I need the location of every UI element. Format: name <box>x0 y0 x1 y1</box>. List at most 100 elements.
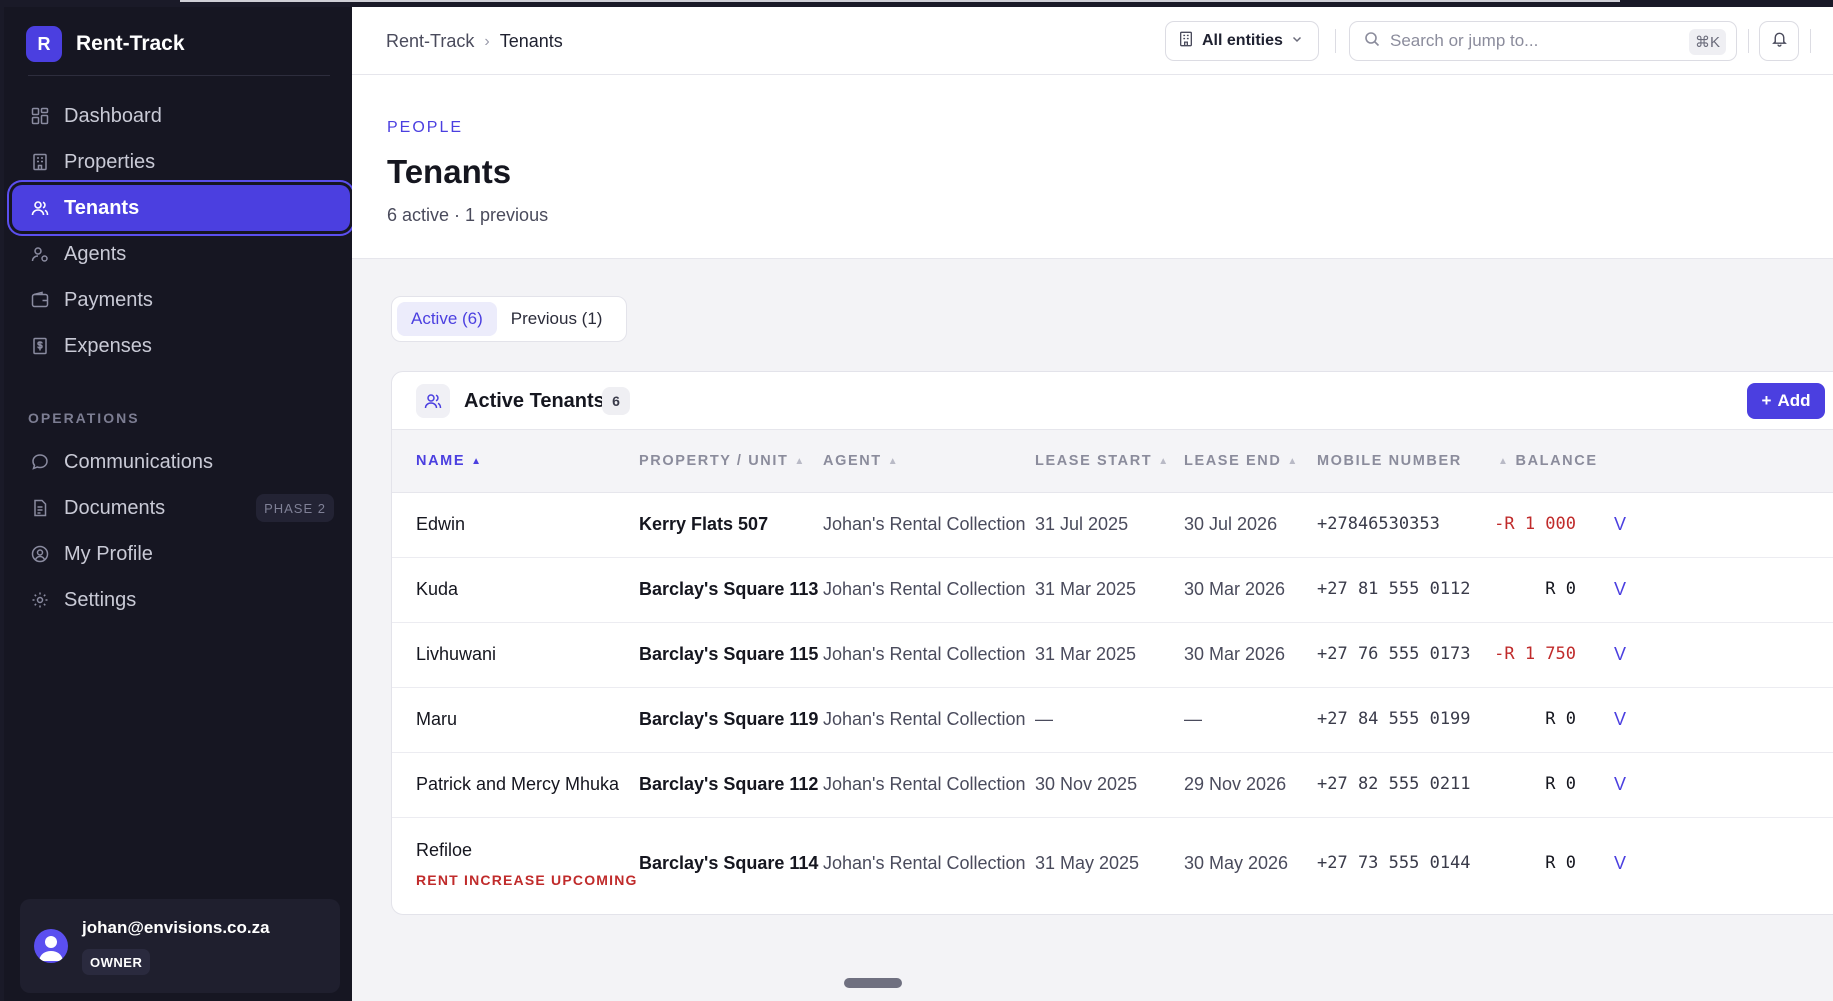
cell-balance: R 0 <box>1545 709 1576 729</box>
building-icon <box>1178 31 1194 52</box>
cell-agent: Johan's Rental Collection <box>823 579 1026 599</box>
cell-property: Barclay's Square 114 <box>639 853 819 873</box>
sort-icon: ▲ <box>1158 455 1170 467</box>
nav-section-label: OPERATIONS <box>28 410 140 426</box>
cell-name: Livhuwani <box>416 644 497 664</box>
view-tenant-link[interactable]: V <box>1614 644 1626 665</box>
table-row[interactable]: Maru Barclay's Square 119 Johan's Rental C… <box>392 688 1833 753</box>
view-tenant-link[interactable]: V <box>1614 514 1626 535</box>
column-header-lease-end[interactable]: LEASE END ▲ <box>1184 453 1299 469</box>
tab-previous[interactable]: Previous (1) <box>497 302 617 336</box>
sort-icon: ▲ <box>1287 455 1299 467</box>
column-header-agent[interactable]: AGENT ▲ <box>823 453 899 469</box>
cell-lease-end: — <box>1184 709 1202 729</box>
plus-icon: + <box>1761 391 1772 410</box>
view-tenant-link[interactable]: V <box>1614 853 1626 874</box>
table-row[interactable]: Refiloe RENT INCREASE UPCOMING Barclay's S… <box>392 818 1833 912</box>
view-tenant-link[interactable]: V <box>1614 774 1626 795</box>
breadcrumb-root[interactable]: Rent-Track <box>386 31 474 52</box>
column-header-lease-start[interactable]: LEASE START ▲ <box>1035 453 1170 469</box>
divider <box>28 75 330 76</box>
cell-balance: -R 1 000 <box>1494 514 1576 534</box>
sidebar-item-documents[interactable]: Documents PHASE 2 <box>12 485 350 531</box>
notifications-button[interactable] <box>1759 21 1799 61</box>
sort-icon: ▲ <box>1498 455 1510 467</box>
view-tenant-link[interactable]: V <box>1614 579 1626 600</box>
count-badge: 6 <box>602 387 630 415</box>
cell-lease-end: 30 Mar 2026 <box>1184 644 1286 664</box>
sidebar-item-tenants[interactable]: Tenants <box>12 185 350 231</box>
document-icon <box>30 498 50 518</box>
sidebar-item-label: Tenants <box>64 196 140 219</box>
cell-balance: -R 1 750 <box>1494 644 1576 664</box>
column-label: PROPERTY / UNIT <box>639 453 789 469</box>
phase-badge: PHASE 2 <box>256 494 334 522</box>
cell-name: Kuda <box>416 579 459 599</box>
cell-balance: R 0 <box>1545 774 1576 794</box>
divider <box>1748 29 1749 53</box>
column-header-balance[interactable]: ▲ BALANCE <box>1498 453 1598 469</box>
card-title: Active Tenants <box>464 390 605 412</box>
app-window: R Rent-Track Dashboard Properties Tenant… <box>4 7 1833 1001</box>
cell-property: Barclay's Square 112 <box>639 774 819 794</box>
sidebar-item-agents[interactable]: Agents <box>12 231 350 277</box>
scroll-handle[interactable] <box>844 978 902 988</box>
cell-property: Barclay's Square 119 <box>639 709 819 729</box>
avatar <box>34 929 68 963</box>
brand[interactable]: R Rent-Track <box>26 26 185 62</box>
cell-mobile: +27 73 555 0144 <box>1317 853 1471 873</box>
sidebar-item-settings[interactable]: Settings <box>12 577 350 623</box>
topbar: Rent-Track › Tenants All entities Search… <box>352 7 1833 75</box>
page-eyebrow: PEOPLE <box>387 119 464 136</box>
dashboard-icon <box>30 106 50 126</box>
column-header-name[interactable]: NAME ▲ <box>416 453 483 469</box>
view-tenant-link[interactable]: V <box>1614 709 1626 730</box>
chat-icon <box>30 452 50 472</box>
cell-mobile: +27 84 555 0199 <box>1317 709 1471 729</box>
wallet-icon <box>30 290 50 310</box>
top-window-edge <box>180 0 1620 2</box>
table-row[interactable]: Kuda Barclay's Square 113 Johan's Rental C… <box>392 558 1833 623</box>
operations-nav: Communications Documents PHASE 2 My Prof… <box>12 439 350 623</box>
page-header: PEOPLE Tenants 6 active · 1 previous <box>352 75 1833 259</box>
add-tenant-button[interactable]: + Add <box>1747 383 1825 419</box>
cell-lease-start: 31 Mar 2025 <box>1035 579 1137 599</box>
sidebar-item-expenses[interactable]: Expenses <box>12 323 350 369</box>
main-content: Rent-Track › Tenants All entities Search… <box>352 7 1833 1001</box>
cell-lease-end: 30 Mar 2026 <box>1184 579 1286 599</box>
table-header: NAME ▲ PROPERTY / UNIT ▲ AGENT ▲ LEASE STAR… <box>392 430 1833 493</box>
tab-active[interactable]: Active (6) <box>397 302 497 336</box>
column-header-mobile: MOBILE NUMBER <box>1317 453 1462 469</box>
table-row[interactable]: Livhuwani Barclay's Square 115 Johan's Ren… <box>392 623 1833 688</box>
column-header-property[interactable]: PROPERTY / UNIT ▲ <box>639 453 806 469</box>
page-subtitle: 6 active · 1 previous <box>387 205 549 225</box>
cell-lease-start: 30 Nov 2025 <box>1035 774 1138 794</box>
bell-icon <box>1771 30 1788 52</box>
column-label: LEASE END <box>1184 453 1282 469</box>
table-row[interactable]: Patrick and Mercy Mhuka Barclay's Square … <box>392 753 1833 818</box>
search-input[interactable]: Search or jump to... ⌘K <box>1349 21 1737 61</box>
column-label: NAME <box>416 453 466 469</box>
tenants-card: Active Tenants 6 + Add NAME ▲ PROPERTY / … <box>391 371 1833 915</box>
sort-icon: ▲ <box>887 455 900 467</box>
cell-agent: Johan's Rental Collection <box>823 709 1026 729</box>
column-label: BALANCE <box>1515 453 1598 469</box>
search-placeholder: Search or jump to... <box>1390 31 1539 50</box>
cell-name: Edwin <box>416 514 466 534</box>
cell-property: Kerry Flats 507 <box>639 514 769 534</box>
sidebar-item-dashboard[interactable]: Dashboard <box>12 93 350 139</box>
breadcrumb: Rent-Track › Tenants <box>386 31 563 52</box>
sidebar-item-my-profile[interactable]: My Profile <box>12 531 350 577</box>
sidebar-item-label: Agents <box>64 242 127 265</box>
shortcut-hint: ⌘K <box>1688 29 1726 55</box>
sidebar-item-properties[interactable]: Properties <box>12 139 350 185</box>
user-email: johan@envisions.co.za <box>82 918 270 937</box>
sidebar-item-payments[interactable]: Payments <box>12 277 350 323</box>
cell-lease-start: — <box>1035 709 1053 729</box>
entities-dropdown[interactable]: All entities <box>1165 21 1319 61</box>
sidebar-item-communications[interactable]: Communications <box>12 439 350 485</box>
breadcrumb-current: Tenants <box>499 31 563 51</box>
user-card[interactable]: johan@envisions.co.za OWNER <box>20 899 340 993</box>
search-icon <box>1364 31 1380 52</box>
table-row[interactable]: Edwin Kerry Flats 507 Johan's Rental Colle… <box>392 493 1833 558</box>
